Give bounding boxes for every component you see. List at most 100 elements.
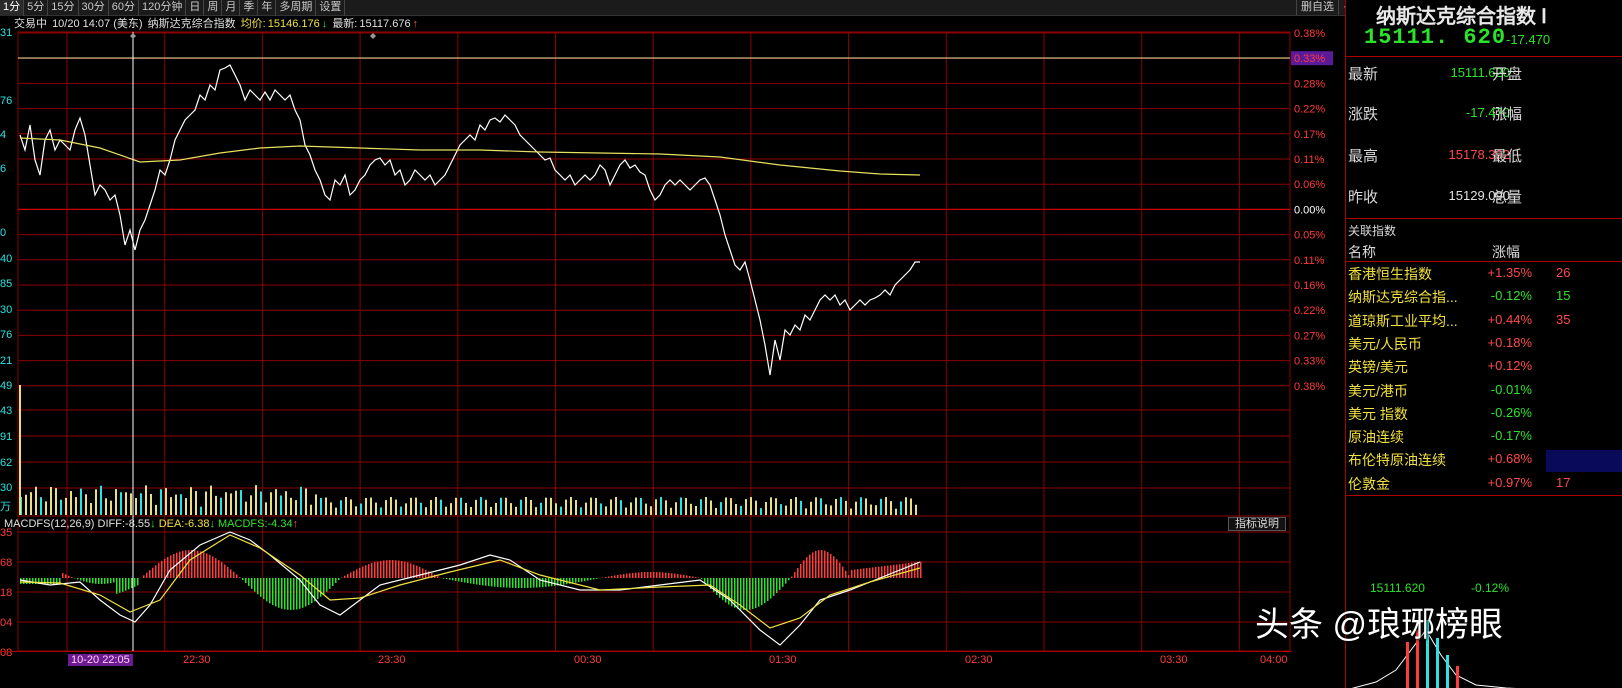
period-tab[interactable]: 15分 bbox=[48, 0, 79, 16]
volume-bar bbox=[165, 488, 167, 515]
macd-bar bbox=[785, 578, 787, 584]
volume-bar bbox=[580, 507, 582, 515]
volume-bar bbox=[140, 493, 142, 515]
macd-bar bbox=[131, 578, 133, 589]
volume-bar bbox=[740, 505, 742, 515]
volume-bar bbox=[300, 486, 302, 515]
volume-bar bbox=[650, 506, 652, 515]
volume-bar bbox=[325, 497, 327, 515]
period-tab[interactable]: 多周期 bbox=[276, 0, 317, 16]
period-tab[interactable]: 60分 bbox=[109, 0, 139, 16]
related-row[interactable]: 美元/人民币 +0.18% bbox=[1346, 334, 1622, 356]
macd-bar bbox=[770, 578, 772, 599]
volume-bar bbox=[495, 502, 497, 515]
volume-bar bbox=[430, 499, 432, 515]
macd-bar bbox=[839, 562, 841, 578]
macd-bar bbox=[821, 550, 823, 578]
dea-arrow: ↓ bbox=[209, 518, 215, 530]
period-tab[interactable]: 月 bbox=[222, 0, 241, 16]
macd-bar bbox=[728, 578, 730, 605]
volume-bar bbox=[290, 497, 292, 515]
period-tab[interactable]: 周 bbox=[204, 0, 223, 16]
macd-bar bbox=[623, 574, 625, 578]
macd-bar bbox=[473, 578, 475, 585]
related-row[interactable]: 纳斯达克综合指... -0.12% 15 bbox=[1346, 287, 1622, 309]
related-name: 美元 指数 bbox=[1348, 405, 1408, 422]
macd-bar bbox=[404, 561, 406, 578]
y-tick-label: 0.33% bbox=[1294, 356, 1325, 368]
mini-change: -0.12% bbox=[1471, 581, 1510, 595]
macd-bar bbox=[842, 566, 844, 578]
volume-bar bbox=[730, 498, 732, 515]
macd-bar bbox=[368, 564, 370, 578]
macd-bar bbox=[464, 578, 466, 583]
macd-bar bbox=[587, 578, 589, 581]
macd-bar bbox=[830, 553, 832, 578]
volume-bar bbox=[360, 503, 362, 515]
macd-bar bbox=[224, 564, 226, 578]
macd-bar bbox=[920, 561, 922, 578]
y-tick-label: 0.22% bbox=[1294, 104, 1325, 116]
macd-bar bbox=[482, 578, 484, 586]
volume-bar bbox=[725, 497, 727, 515]
macd-header: MACDFS(12,26,9) DIFF:-8.55↓ DEA:-6.38↓ M… bbox=[0, 516, 1290, 532]
chart-canvas[interactable]: 0.38% 0.33% 0.28% 0.22% 0.17% 0.11% 0.06% 0.00%… bbox=[0, 0, 1345, 688]
volume-bar bbox=[255, 485, 257, 515]
macd-bar bbox=[164, 558, 166, 578]
related-row[interactable]: 布伦特原油连续 +0.68% bbox=[1346, 450, 1622, 472]
macd-bar bbox=[617, 574, 619, 578]
period-tab[interactable]: 120分钟 bbox=[139, 0, 187, 16]
period-tab[interactable]: 1分 bbox=[0, 0, 25, 16]
macd-bar bbox=[719, 578, 721, 598]
volume-bar bbox=[410, 497, 412, 515]
volume-bar bbox=[855, 501, 857, 515]
macd-bar bbox=[359, 567, 361, 578]
macd-bar bbox=[119, 578, 121, 593]
related-change: -0.17% bbox=[1490, 428, 1532, 444]
macd-bar bbox=[446, 578, 448, 580]
related-row[interactable]: 英镑/美元 +0.12% bbox=[1346, 357, 1622, 379]
period-tab[interactable]: 5分 bbox=[24, 0, 49, 16]
macd-bar bbox=[917, 561, 919, 578]
macd-bar bbox=[245, 578, 247, 584]
quote-label: 涨跌 bbox=[1348, 106, 1379, 123]
indicator-help-button[interactable]: 指标说明 bbox=[1228, 517, 1286, 531]
period-tab[interactable]: 年 bbox=[258, 0, 277, 16]
period-tab[interactable]: 日 bbox=[186, 0, 205, 16]
volume-bar bbox=[890, 501, 892, 515]
macd-bar bbox=[629, 573, 631, 578]
macd-bar bbox=[608, 576, 610, 578]
y-tick-label: 0.17% bbox=[1294, 129, 1325, 141]
remove-watchlist-button[interactable]: 删自选 bbox=[1296, 0, 1338, 15]
diff-label: DIFF: bbox=[97, 518, 126, 530]
volume-bar bbox=[830, 505, 832, 515]
period-tab[interactable]: 季 bbox=[240, 0, 259, 16]
related-row[interactable]: 伦敦金 +0.97% 17 bbox=[1346, 474, 1622, 496]
macd-bar bbox=[83, 578, 85, 582]
volume-bar bbox=[405, 503, 407, 515]
info-line: 交易中 10/20 14:07 (美东) 纳斯达克综合指数 均价: 15146.1… bbox=[14, 17, 420, 31]
volume-bar bbox=[90, 502, 92, 515]
period-tab[interactable]: 30分 bbox=[79, 0, 109, 16]
macd-bar bbox=[518, 578, 520, 588]
related-row[interactable]: 道琼斯工业平均... +0.44% 35 bbox=[1346, 311, 1622, 333]
macd-bar bbox=[620, 574, 622, 578]
related-row[interactable]: 美元 指数 -0.26% bbox=[1346, 404, 1622, 426]
macd-bar bbox=[272, 578, 274, 606]
period-tab[interactable]: 设置 bbox=[316, 0, 346, 16]
y-tick-label: 40 bbox=[0, 253, 12, 265]
volume-bar bbox=[95, 489, 97, 515]
macd-bar bbox=[320, 578, 322, 597]
related-row[interactable]: 香港恒生指数 +1.35% 26 bbox=[1346, 264, 1622, 286]
volume-bar bbox=[710, 500, 712, 515]
macd-bar bbox=[848, 575, 850, 578]
related-row[interactable]: 原油连续 -0.17% bbox=[1346, 427, 1622, 449]
macd-bar bbox=[836, 559, 838, 578]
y-tick-label: 4 bbox=[0, 129, 6, 141]
macd-bar bbox=[461, 578, 463, 583]
volume-bar bbox=[400, 506, 402, 515]
volume-bar bbox=[500, 497, 502, 515]
related-change: -0.12% bbox=[1490, 288, 1532, 304]
related-row[interactable]: 美元/港币 -0.01% bbox=[1346, 381, 1622, 403]
related-name: 伦敦金 bbox=[1348, 475, 1390, 492]
